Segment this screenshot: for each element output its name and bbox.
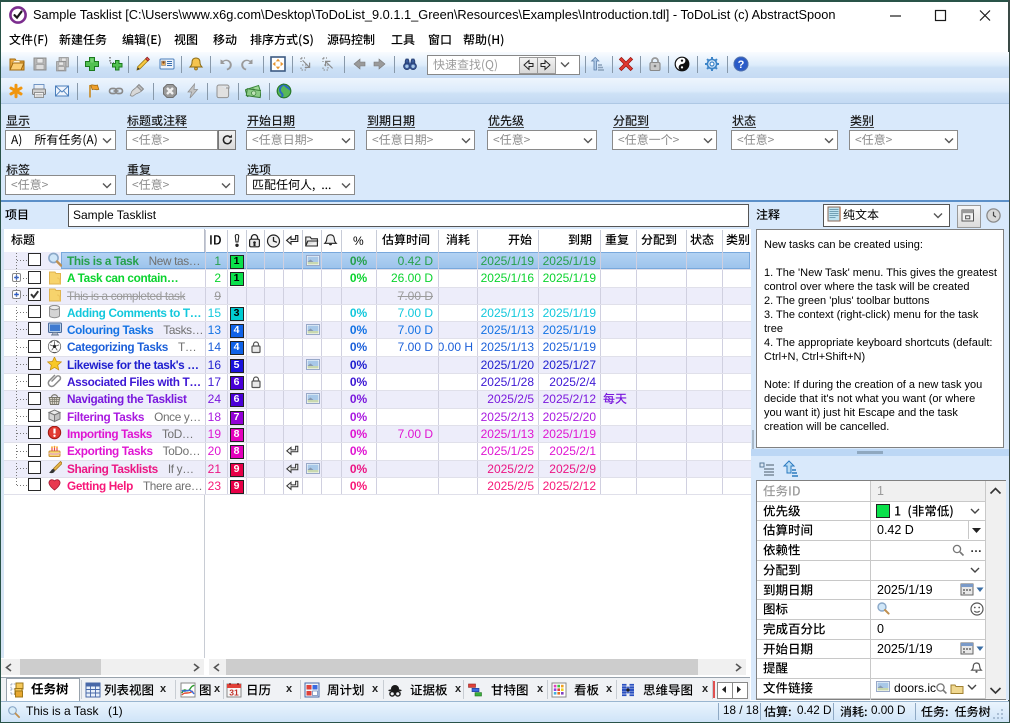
- svg-text:31: 31: [229, 688, 239, 698]
- svg-text:?: ?: [738, 59, 745, 71]
